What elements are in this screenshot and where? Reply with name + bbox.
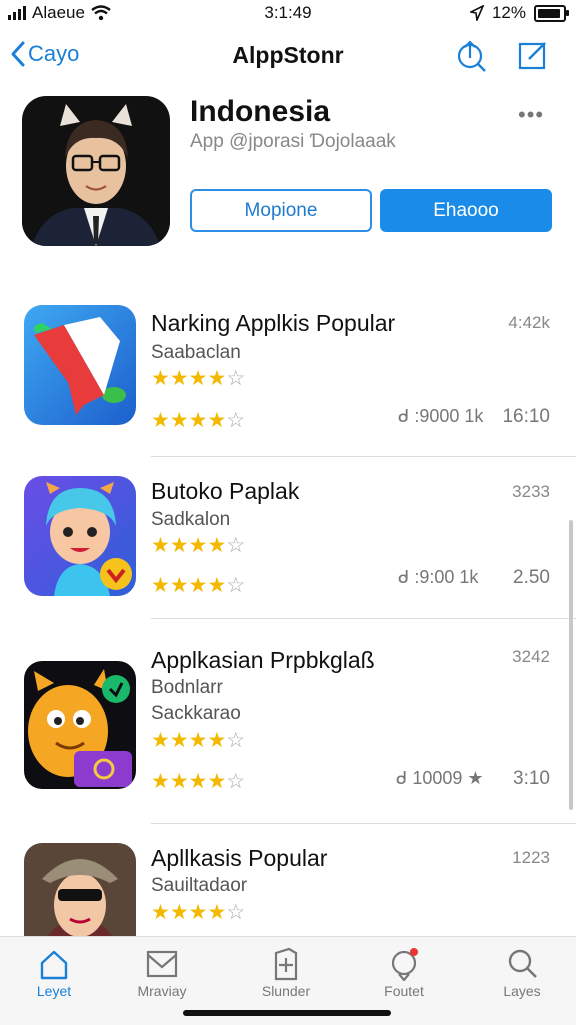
battery-icon	[534, 4, 569, 22]
rating-stars: ★★★★☆	[151, 729, 246, 752]
bell-icon	[391, 948, 418, 981]
app-icon	[24, 476, 136, 596]
tab-label: Leyet	[36, 983, 72, 999]
status-bar: Alaeue 3:1:49 12%	[0, 0, 576, 26]
rating-stars: ★★★★☆	[151, 367, 246, 390]
tab-home[interactable]: Leyet	[4, 947, 104, 999]
more-icon[interactable]: •••	[518, 102, 544, 128]
list-item[interactable]: Apllkasis Popular 1223 Sauiltadaor ★★★★☆	[0, 843, 576, 936]
divider	[151, 618, 576, 619]
download-count: ᑯ :9000 1k	[398, 406, 484, 426]
app-icon	[24, 843, 136, 936]
tab-label: Foutet	[384, 983, 424, 999]
rating-stars: ★★★★☆	[151, 574, 246, 597]
app-code: 3233	[512, 482, 550, 501]
tab-label: Mraviay	[137, 983, 187, 999]
battery-percent: 12%	[491, 3, 526, 22]
tab-notifications[interactable]: Foutet	[354, 947, 454, 999]
app-category: Sadkalon	[151, 509, 231, 530]
app-icon	[24, 661, 136, 789]
primary-button[interactable]: Ehaooo	[380, 189, 552, 232]
location-icon	[469, 5, 484, 21]
app-name: Narking Applkis Popular	[151, 310, 396, 336]
divider	[151, 456, 576, 457]
app-code: 4:42k	[508, 313, 550, 332]
divider	[151, 823, 576, 824]
home-indicator	[183, 1010, 391, 1016]
page-title: Indonesia	[190, 95, 331, 128]
mail-icon	[146, 950, 178, 978]
secondary-button[interactable]: Mopione	[190, 189, 372, 232]
app-time: 3:10	[513, 768, 550, 789]
rating-stars: ★★★★☆	[151, 770, 246, 793]
tab-label: Layes	[503, 983, 541, 999]
nav-bar: Cayo AlppStonr	[0, 34, 576, 78]
download-count: ᑯ :9:00 1k	[398, 567, 479, 587]
app-code: 3242	[512, 647, 550, 666]
tab-search[interactable]: Layes	[472, 947, 572, 999]
app-icon	[24, 305, 136, 425]
list-item[interactable]: Narking Applkis Popular 4:42k Saabaclan …	[0, 305, 576, 455]
status-right: 12%	[469, 3, 569, 23]
compose-icon[interactable]	[516, 38, 550, 72]
app-category: Bodnlarr	[151, 677, 223, 698]
list-item[interactable]: Applkasian Prpbkglaß 3242 Bodnlarr Sackk…	[0, 645, 576, 815]
app-category: Saabaclan	[151, 342, 241, 363]
profile-avatar	[22, 96, 170, 246]
rating-stars: ★★★★☆	[151, 534, 246, 557]
search-icon	[508, 949, 537, 978]
nav-title: AlppStonr	[232, 42, 344, 68]
app-developer: Sackkarao	[151, 703, 241, 724]
page-subtitle: App @jporasi Ɗojolaaak	[190, 131, 396, 152]
app-code: 1223	[512, 848, 550, 867]
share-icon[interactable]	[454, 38, 488, 72]
app-time: 16:10	[502, 406, 550, 427]
app-category: Sauiltadaor	[151, 875, 248, 896]
app-name: Butoko Paplak	[151, 478, 300, 504]
app-name: Applkasian Prpbkglaß	[151, 647, 375, 673]
tab-add[interactable]: Slunder	[236, 947, 336, 999]
download-count: ᑯ 10009 ★	[396, 768, 484, 788]
home-icon	[40, 950, 68, 980]
scrollbar[interactable]	[569, 520, 573, 810]
rating-stars: ★★★★☆	[151, 409, 246, 432]
rating-stars: ★★★★☆	[151, 901, 246, 924]
tab-label: Slunder	[261, 983, 311, 999]
app-name: Apllkasis Popular	[151, 845, 328, 871]
list-item[interactable]: Butoko Paplak 3233 Sadkalon ★★★★☆ ★★★★☆ …	[0, 476, 576, 616]
tab-mail[interactable]: Mraviay	[112, 947, 212, 999]
plus-square-icon	[274, 947, 298, 981]
app-time: 2.50	[513, 567, 550, 588]
